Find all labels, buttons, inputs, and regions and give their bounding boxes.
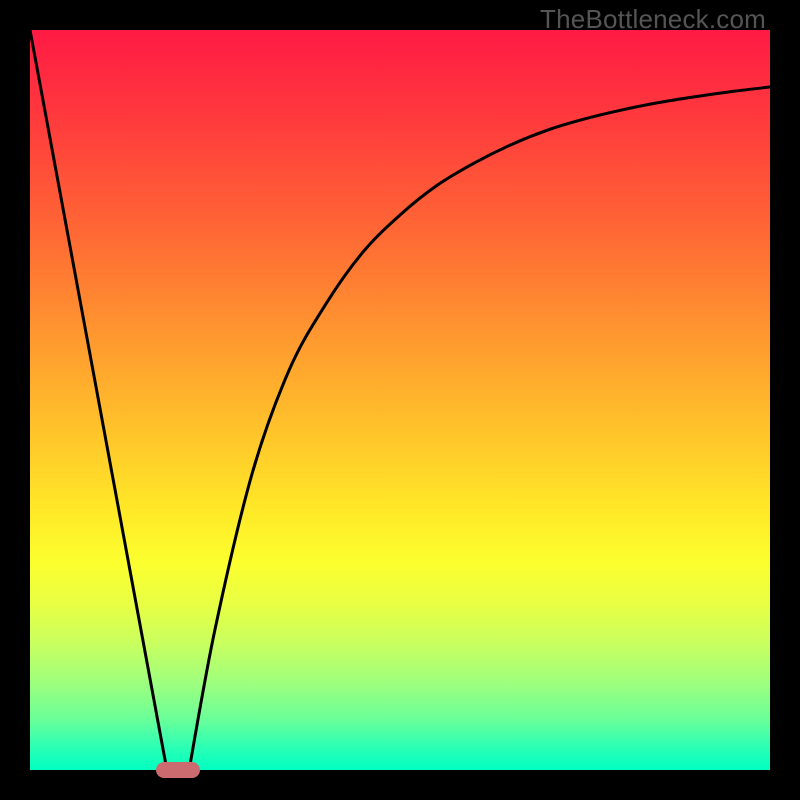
curve-right-branch [189,87,770,770]
plot-area [30,30,770,770]
curve-left-branch [30,30,167,770]
chart-frame: TheBottleneck.com [0,0,800,800]
watermark-text: TheBottleneck.com [540,4,766,35]
curve-layer [30,30,770,770]
optimum-marker [156,762,200,778]
